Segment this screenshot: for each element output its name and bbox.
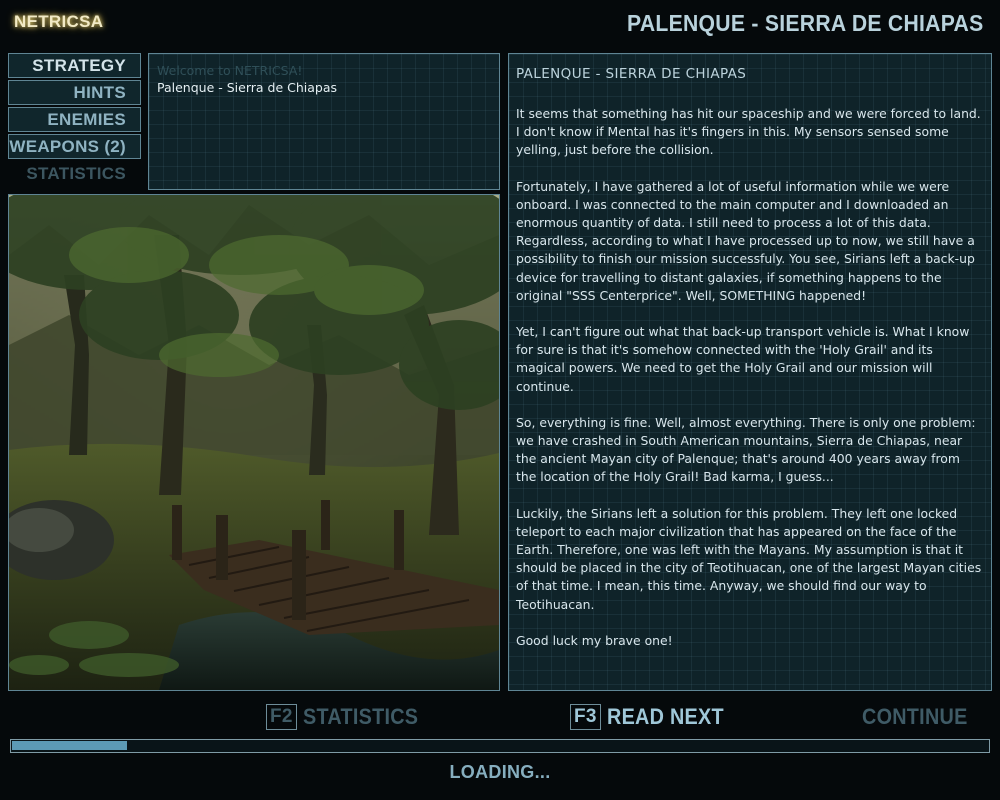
read-next-button[interactable]: F3 READ NEXT [570, 702, 737, 732]
loading-progress-bar [10, 739, 990, 753]
article-paragraph: Good luck my brave one! [516, 632, 673, 648]
read-next-button-label: READ NEXT [606, 704, 724, 729]
level-title: PALENQUE - SIERRA DE CHIAPAS [627, 10, 984, 36]
continue-button: CONTINUE [862, 702, 979, 732]
article-paragraph: It seems that something has hit our spac… [516, 106, 981, 158]
message-item-palenque[interactable]: Palenque - Sierra de Chiapas [157, 79, 491, 96]
level-preview-image [8, 194, 500, 691]
message-item-welcome[interactable]: Welcome to NETRICSA! [157, 62, 491, 79]
article-heading: PALENQUE - SIERRA DE CHIAPAS [516, 66, 747, 82]
menu-item-statistics: STATISTICS [26, 164, 126, 183]
statistics-button-label: STATISTICS [302, 704, 419, 729]
statistics-button[interactable]: F2 STATISTICS [266, 702, 431, 732]
app-title: NETRICSA [14, 12, 104, 31]
f2-key-hint: F2 [266, 704, 297, 730]
loading-status-text: LOADING... [449, 762, 551, 782]
loading-progress-fill [12, 741, 127, 750]
menu-item-strategy[interactable]: STRATEGY [8, 53, 141, 78]
article-paragraph: Yet, I can't figure out what that back-u… [516, 324, 970, 394]
menu-item-weapons[interactable]: WEAPONS (2) [8, 134, 141, 159]
article-paragraph: Luckily, the Sirians left a solution for… [516, 505, 982, 612]
article-paragraph: Fortunately, I have gathered a lot of us… [516, 178, 975, 303]
f3-key-hint: F3 [570, 704, 601, 730]
message-list: Welcome to NETRICSA! Palenque - Sierra d… [148, 53, 500, 190]
menu-item-hints[interactable]: HINTS [8, 80, 141, 105]
article-paragraph: So, everything is fine. Well, almost eve… [516, 414, 976, 485]
menu-item-enemies[interactable]: ENEMIES [8, 107, 141, 132]
article-panel: PALENQUE - SIERRA DE CHIAPAS It seems th… [508, 53, 992, 691]
continue-button-label: CONTINUE [862, 704, 968, 729]
netricsa-category-menu: STRATEGY HINTS ENEMIES WEAPONS (2) STATI… [8, 53, 141, 188]
